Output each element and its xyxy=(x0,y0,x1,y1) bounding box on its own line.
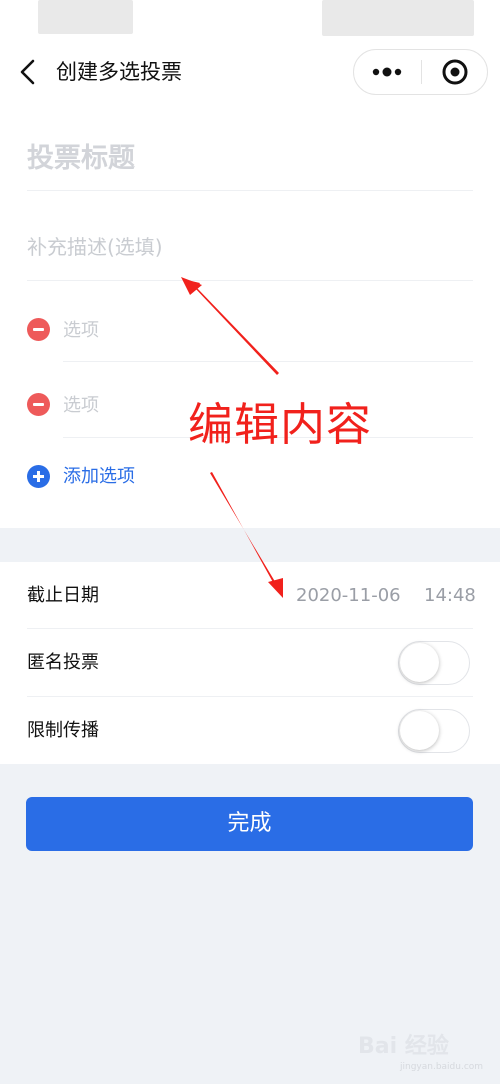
deadline-date-picker[interactable]: 2020-11-06 xyxy=(296,582,401,610)
status-bar-blur-left xyxy=(38,0,133,34)
chevron-left-icon xyxy=(20,59,35,85)
deadline-label: 截止日期 xyxy=(27,585,99,606)
anonymous-toggle[interactable] xyxy=(398,641,470,685)
description-input[interactable] xyxy=(27,229,473,265)
add-circle-icon xyxy=(27,465,50,488)
option-row xyxy=(0,305,500,355)
divider xyxy=(63,361,473,362)
add-option-button[interactable]: 添加选项 xyxy=(0,455,300,499)
status-bar-blur-right xyxy=(322,0,474,36)
remove-circle-icon[interactable] xyxy=(27,393,50,416)
toggle-knob xyxy=(400,711,439,750)
divider xyxy=(27,190,473,191)
divider xyxy=(27,280,473,281)
deadline-row: 截止日期 2020-11-06 14:48 xyxy=(0,562,500,629)
settings-section: 截止日期 2020-11-06 14:48 匿名投票 限制传播 xyxy=(0,562,500,764)
done-button[interactable]: 完成 xyxy=(26,797,473,851)
add-option-label: 添加选项 xyxy=(63,466,135,487)
status-bar xyxy=(0,0,500,45)
restrict-sharing-label: 限制传播 xyxy=(27,720,99,741)
close-button[interactable] xyxy=(422,50,488,94)
back-button[interactable] xyxy=(14,57,44,87)
vote-form: 添加选项 xyxy=(0,105,500,528)
watermark-text: Bai 经验 xyxy=(358,1034,449,1059)
anonymous-label: 匿名投票 xyxy=(27,652,99,673)
vote-title-input[interactable] xyxy=(27,135,473,181)
restrict-sharing-toggle[interactable] xyxy=(398,709,470,753)
more-dots-icon xyxy=(372,67,402,77)
anonymous-row: 匿名投票 xyxy=(0,629,500,696)
mini-program-capsule xyxy=(353,49,488,95)
remove-circle-icon[interactable] xyxy=(27,318,50,341)
nav-bar: 创建多选投票 xyxy=(0,45,500,105)
watermark-subtext: jingyan.baidu.com xyxy=(400,1062,484,1072)
toggle-knob xyxy=(400,643,439,682)
annotation-label: 编辑内容 xyxy=(188,398,373,451)
deadline-time-picker[interactable]: 14:48 xyxy=(424,582,476,610)
option-input[interactable] xyxy=(63,313,463,347)
more-button[interactable] xyxy=(354,50,421,94)
page-title: 创建多选投票 xyxy=(56,60,182,84)
target-circle-icon xyxy=(442,59,468,85)
restrict-sharing-row: 限制传播 xyxy=(0,697,500,764)
